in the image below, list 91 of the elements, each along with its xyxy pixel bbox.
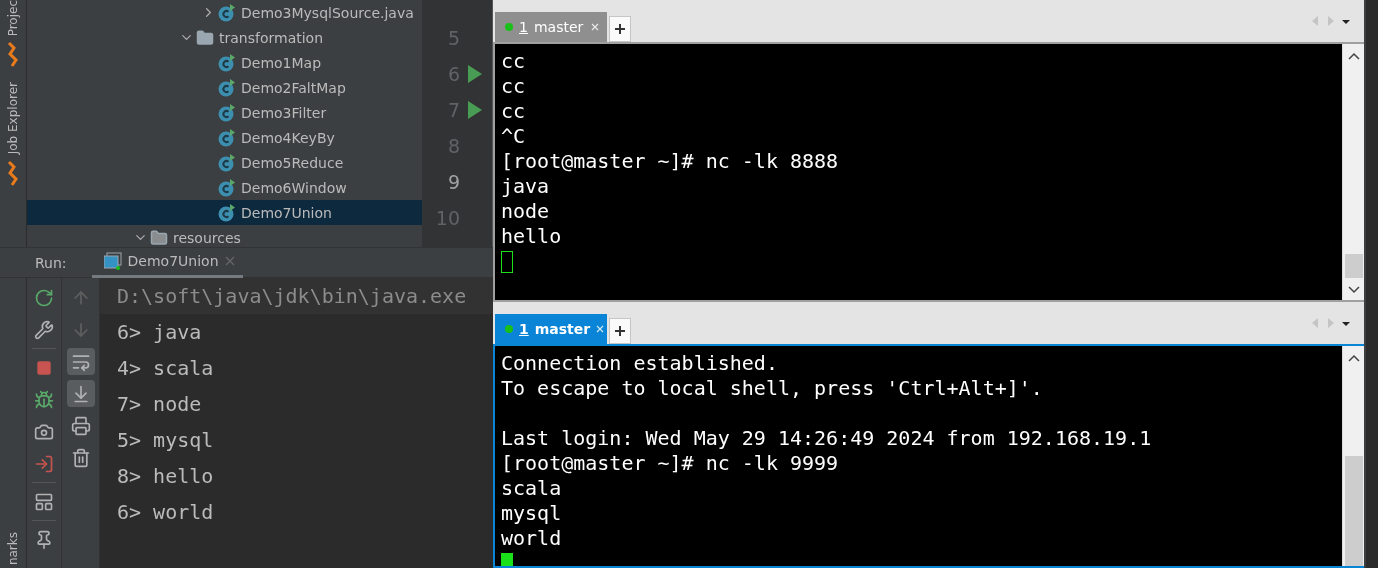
terminal-line: cc xyxy=(501,99,527,124)
tree-item[interactable]: Demo7Union xyxy=(27,200,422,225)
run-icon[interactable] xyxy=(468,65,482,83)
terminal-line: cc xyxy=(501,74,527,99)
terminal-line: scala xyxy=(501,476,563,501)
tab-label: master xyxy=(533,19,584,35)
class-icon xyxy=(218,203,236,222)
class-icon xyxy=(218,128,236,147)
tree-label: Demo3Filter xyxy=(241,104,327,121)
terminal-line: [root@master ~]# nc -lk 9999 xyxy=(501,451,840,476)
pin-icon xyxy=(34,529,54,550)
terminal-line: To escape to local shell, press 'Ctrl+Alt+]'. xyxy=(501,376,1044,401)
run-label: Run: xyxy=(35,254,67,271)
chevron-down-icon[interactable] xyxy=(1347,284,1360,294)
console-line: 8> hello xyxy=(116,463,215,490)
tree-item[interactable]: Demo2FaltMap xyxy=(27,75,422,100)
terminal-line: node xyxy=(501,199,551,224)
tree-item[interactable]: transformation xyxy=(27,25,422,50)
plus-icon xyxy=(615,326,625,336)
console-line: 6> world xyxy=(116,499,215,526)
class-icon xyxy=(218,3,236,22)
plus-icon xyxy=(615,24,625,34)
tool-window-tab[interactable]: Projec xyxy=(6,0,20,37)
line-number: 9 xyxy=(446,171,460,193)
tree-label: Demo1Map xyxy=(241,54,322,71)
exit-icon xyxy=(34,453,54,474)
terminal-tab[interactable]: 1 master xyxy=(495,12,607,42)
terminal-line: cc xyxy=(501,49,527,74)
new-tab-button[interactable] xyxy=(609,16,631,42)
console-line: 6> java xyxy=(116,319,203,346)
folder-icon xyxy=(196,28,214,47)
bug-icon xyxy=(34,389,54,410)
layout-icon xyxy=(34,491,54,512)
tab-number: 1 xyxy=(519,19,528,35)
status-dot xyxy=(505,325,513,333)
class-icon xyxy=(218,78,236,97)
chevron-up-icon[interactable] xyxy=(1347,354,1360,364)
scroll-end-button[interactable] xyxy=(66,380,95,407)
scrollbar[interactable] xyxy=(1342,44,1364,300)
terminal-line: world xyxy=(501,526,563,551)
tree-label: Demo7Union xyxy=(241,204,332,221)
terminal-line: Connection established. xyxy=(501,351,779,376)
tree-item[interactable]: Demo3Filter xyxy=(27,100,422,125)
tree-item[interactable]: Demo1Map xyxy=(27,50,422,75)
class-icon xyxy=(218,178,236,197)
tool-window-tab[interactable]: Job Explorer xyxy=(6,82,20,155)
folder-icon xyxy=(150,228,168,247)
tree-label: Demo2FaltMap xyxy=(241,79,346,96)
print-icon xyxy=(70,415,91,436)
tree-item[interactable]: Demo6Window xyxy=(27,175,422,200)
console-icon xyxy=(103,252,122,270)
terminal-line: mysql xyxy=(501,501,563,526)
class-icon xyxy=(218,103,236,122)
wrap-button[interactable] xyxy=(66,348,95,375)
stop-icon xyxy=(36,359,52,376)
console-line: 7> node xyxy=(116,391,203,418)
chevron-up-icon[interactable] xyxy=(1347,52,1360,62)
new-tab-button[interactable] xyxy=(609,318,631,344)
tree-label: Demo5Reduce xyxy=(241,154,344,171)
terminal-line: java xyxy=(501,174,551,199)
status-dot xyxy=(505,23,513,31)
terminal-screen[interactable]: Connection established. To escape to local shell, press 'Ctrl+Alt+]'. Last login: Wed May 29 14:26:49 2024 from 192.168.19.1 [root@master ~]# nc -lk 9999 scala mysql world xyxy=(495,346,1342,566)
class-icon xyxy=(218,53,236,72)
tab-label: master xyxy=(534,321,591,337)
wrench-icon xyxy=(34,319,54,340)
scroll-thumb[interactable] xyxy=(1344,456,1363,566)
tool-window-tab[interactable]: narks xyxy=(6,531,20,565)
tree-label: Demo6Window xyxy=(241,179,347,196)
tree-label: Demo3MysqlSource.java xyxy=(241,4,414,21)
tree-item[interactable]: Demo4KeyBy xyxy=(27,125,422,150)
tree-label: Demo4KeyBy xyxy=(241,129,335,146)
rerun-icon xyxy=(34,287,54,308)
tree-label: transformation xyxy=(219,29,324,46)
terminal-line: ^C xyxy=(501,124,527,149)
console-line: 5> mysql xyxy=(116,427,215,454)
tree-item[interactable]: Demo3MysqlSource.java xyxy=(27,0,422,25)
trash-icon xyxy=(70,447,91,468)
scrollbar[interactable] xyxy=(1342,346,1364,566)
tab-number: 1 xyxy=(519,321,529,337)
terminal-line: [root@master ~]# nc -lk 8888 xyxy=(501,149,840,174)
terminal-line: Last login: Wed May 29 14:26:49 2024 from 192.168.19.1 xyxy=(501,425,1153,451)
scroll-thumb[interactable] xyxy=(1344,254,1363,278)
class-icon xyxy=(218,153,236,172)
tree-item[interactable]: resources xyxy=(27,225,422,247)
run-icon[interactable] xyxy=(468,101,482,119)
terminal-tab[interactable]: 1 master xyxy=(495,314,607,344)
terminal-line: hello xyxy=(501,224,563,249)
tree-label: resources xyxy=(173,229,241,246)
console-line: 4> scala xyxy=(116,355,215,382)
terminal-screen[interactable]: cc cc cc ^C [root@master ~]# nc -lk 8888 java node hello xyxy=(495,44,1342,300)
tree-item[interactable]: Demo5Reduce xyxy=(27,150,422,175)
